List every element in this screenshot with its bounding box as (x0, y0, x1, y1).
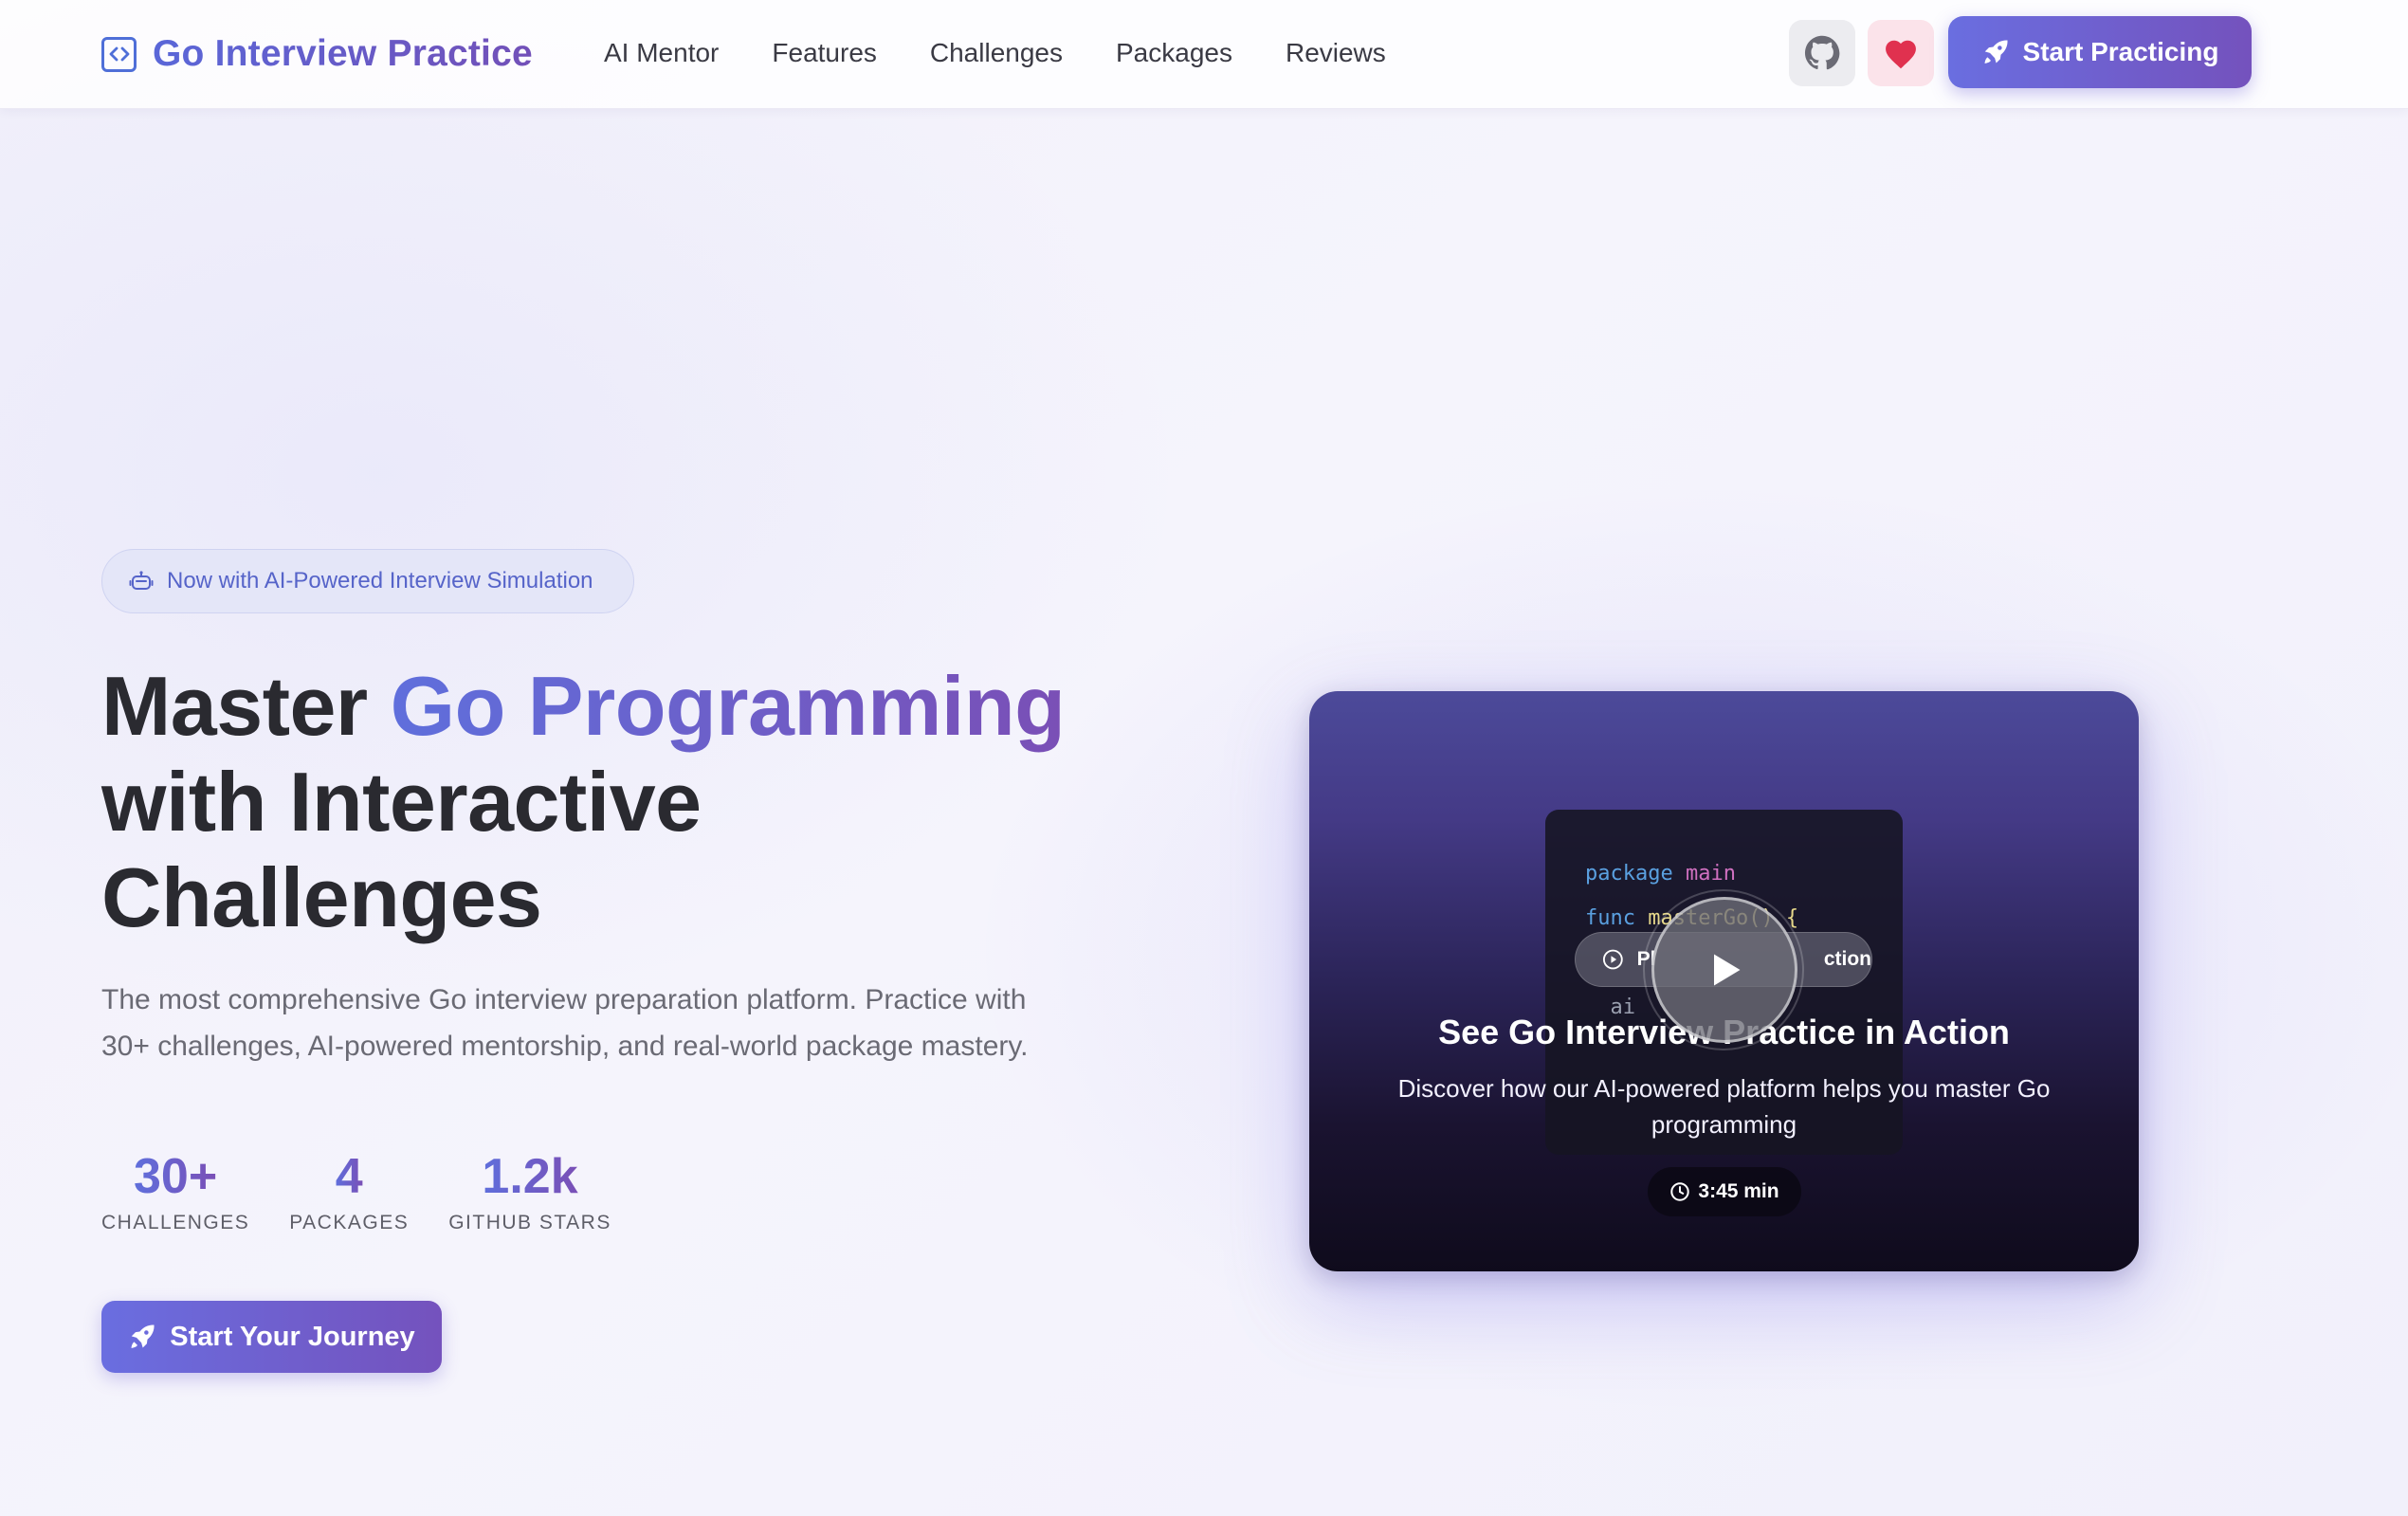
stat-github-stars: 1.2k GITHUB STARS (448, 1147, 611, 1234)
top-navbar: Go Interview Practice AI Mentor Features… (0, 0, 2408, 109)
robot-icon (129, 571, 154, 590)
stat-label: PACKAGES (289, 1212, 410, 1233)
play-icon (1714, 954, 1741, 986)
nav-link-ai-mentor[interactable]: AI Mentor (604, 34, 719, 72)
play-button[interactable] (1651, 897, 1797, 1043)
nav-link-packages[interactable]: Packages (1116, 34, 1232, 72)
start-practicing-button[interactable]: Start Practicing (1948, 16, 2252, 88)
sponsor-button[interactable] (1868, 20, 1934, 86)
preview-chip-end: ction (1823, 948, 1871, 970)
stat-label: GITHUB STARS (448, 1212, 611, 1233)
demo-video-card[interactable]: package main func masterGo() { ai Pl cti… (1309, 691, 2139, 1271)
hero-title-accent: Go Programming (390, 659, 1066, 753)
stat-value: 30+ (134, 1149, 218, 1204)
rocket-icon (1984, 40, 2008, 64)
brand-name: Go Interview Practice (153, 33, 533, 74)
main-nav: AI Mentor Features Challenges Packages R… (604, 34, 1386, 72)
duration-text: 3:45 min (1698, 1180, 1779, 1202)
hero-title-line2: with Interactive (101, 755, 702, 849)
stat-value: 1.2k (482, 1149, 578, 1204)
stat-packages: 4 PACKAGES (289, 1147, 409, 1234)
start-journey-label: Start Your Journey (170, 1321, 415, 1352)
hero-title: Master Go Programming with Interactive C… (101, 658, 1144, 945)
stat-value: 4 (335, 1149, 363, 1204)
hero-title-line3: Challenges (101, 850, 542, 944)
hero-stats: 30+ CHALLENGES 4 PACKAGES 1.2k GITHUB ST… (101, 1147, 611, 1234)
code-icon (101, 36, 137, 72)
hero-title-prefix: Master (101, 659, 391, 753)
duration-badge: 3:45 min (1648, 1167, 1801, 1216)
nav-link-reviews[interactable]: Reviews (1286, 34, 1386, 72)
nav-link-features[interactable]: Features (772, 34, 877, 72)
code-line: package main (1585, 862, 1736, 886)
play-circle-icon (1602, 949, 1623, 970)
start-journey-button[interactable]: Start Your Journey (101, 1301, 442, 1373)
stat-challenges: 30+ CHALLENGES (101, 1147, 249, 1234)
ai-feature-badge: Now with AI-Powered Interview Simulation (101, 549, 634, 613)
brand-logo-link[interactable]: Go Interview Practice (101, 32, 533, 76)
nav-link-challenges[interactable]: Challenges (930, 34, 1063, 72)
rocket-icon (131, 1324, 155, 1348)
hero-description: The most comprehensive Go interview prep… (101, 984, 1029, 1062)
stat-label: CHALLENGES (101, 1212, 250, 1233)
heart-icon (1886, 40, 1916, 69)
clock-icon (1670, 1182, 1690, 1201)
github-button[interactable] (1789, 20, 1855, 86)
start-practicing-label: Start Practicing (2022, 37, 2219, 66)
github-icon (1804, 35, 1840, 70)
badge-text: Now with AI-Powered Interview Simulation (167, 568, 593, 594)
video-description: Discover how our AI-powered platform hel… (1397, 1074, 2051, 1139)
